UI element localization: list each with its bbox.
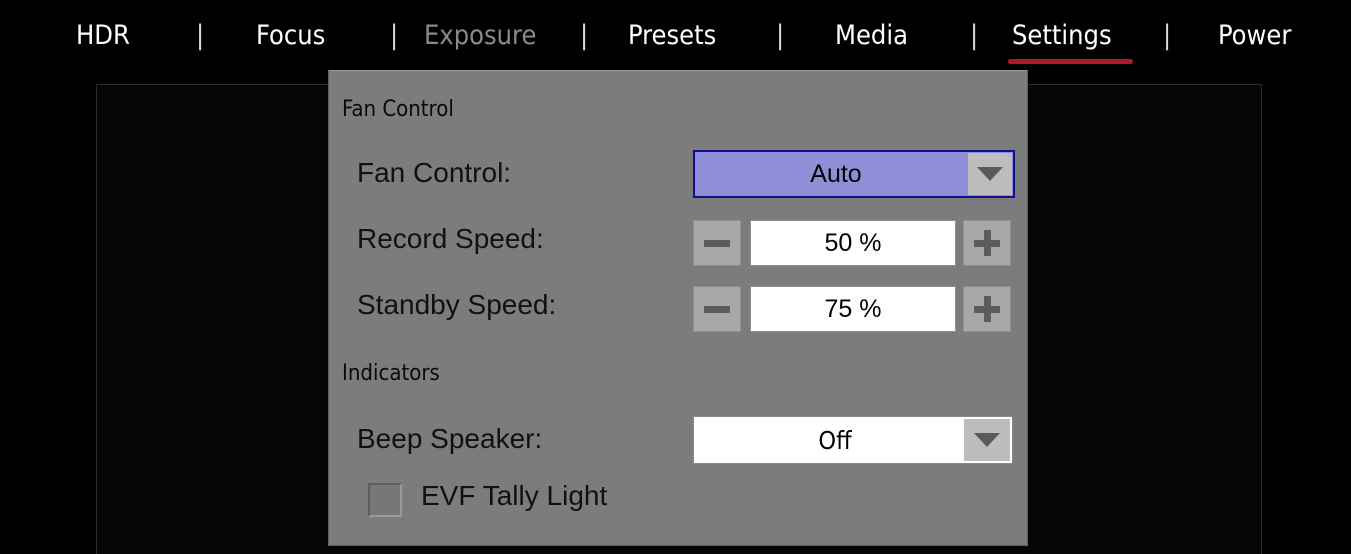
menu-separator: | [970,20,979,51]
fan-control-label: Fan Control: [357,157,512,188]
fan-control-value: Auto [810,159,862,188]
beep-speaker-value: Off [818,425,852,455]
menu-item-hdr[interactable]: HDR [76,14,130,58]
minus-icon [704,305,730,313]
standby-speed-value[interactable]: 75 % [750,286,956,332]
minus-icon [704,239,730,247]
evf-tally-light-checkbox[interactable] [368,483,402,517]
plus-icon [974,230,1000,256]
triangle-down-icon[interactable] [964,419,1010,461]
standby-speed-label: Standby Speed: [357,289,557,320]
record-speed-label: Record Speed: [357,223,544,254]
record-speed-value[interactable]: 50 % [750,220,956,266]
menu-separator: | [580,20,589,51]
menu-item-focus[interactable]: Focus [256,14,325,58]
standby-speed-increment-button[interactable] [963,286,1011,332]
menu-separator: | [390,20,399,51]
plus-icon [974,296,1000,322]
settings-panel: Fan Control Fan Control: Auto Record Spe… [328,70,1028,546]
fan-control-section-title: Fan Control [342,97,454,122]
evf-tally-light-label[interactable]: EVF Tally Light [421,480,607,512]
beep-speaker-dropdown[interactable]: Off [693,416,1013,464]
menu-separator: | [196,20,205,51]
menu-item-presets[interactable]: Presets [628,14,716,58]
record-speed-decrement-button[interactable] [693,220,741,266]
menu-separator: | [1163,20,1172,51]
record-speed-increment-button[interactable] [963,220,1011,266]
menu-separator: | [776,20,785,51]
menu-item-settings[interactable]: Settings [1012,14,1112,58]
menu-item-media[interactable]: Media [835,14,908,58]
beep-speaker-label: Beep Speaker: [357,423,543,454]
active-tab-underline [1008,59,1133,64]
indicators-section-title: Indicators [342,361,440,386]
top-menu-bar: HDR | Focus | Exposure | Presets | Media… [0,0,1351,70]
menu-item-exposure: Exposure [424,20,537,51]
fan-control-dropdown[interactable]: Auto [693,150,1015,198]
standby-speed-decrement-button[interactable] [693,286,741,332]
menu-item-power[interactable]: Power [1218,14,1291,58]
triangle-down-icon[interactable] [968,153,1012,195]
